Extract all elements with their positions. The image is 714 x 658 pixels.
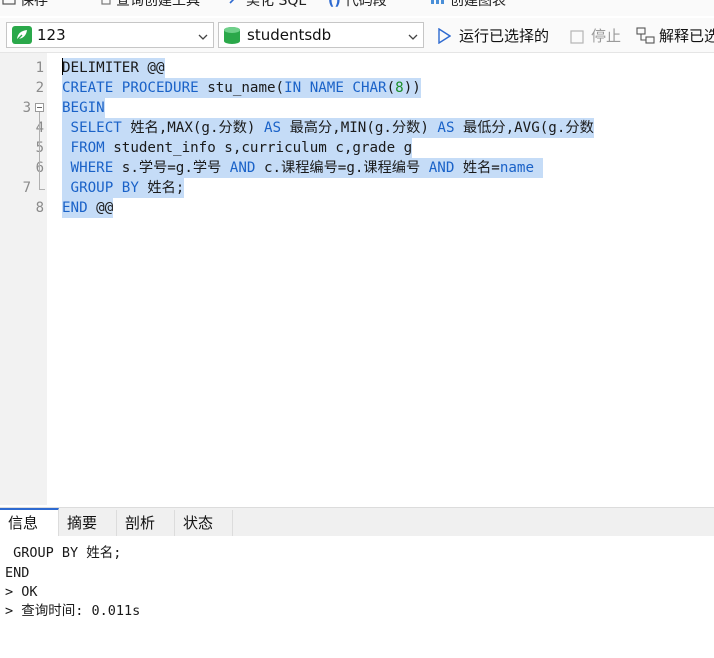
play-icon [437,27,452,49]
beautify-sql-button[interactable]: 美化 SQL [228,0,306,11]
line-number: 2 [35,80,44,96]
chart-icon [430,0,446,11]
code-token: 最高分,MIN(g.分数) [289,120,438,136]
line-number: 5 [0,138,44,158]
code-token: @@ [96,200,114,216]
code-line: END @@ [62,198,114,218]
output-line: > 查询时间: 0.011s [5,603,141,619]
create-chart-label: 创建图表 [450,0,506,9]
fold-toggle-icon[interactable] [35,103,44,112]
code-line: GROUP BY 姓名; [62,178,185,198]
top-toolbar: 保存 查询创建工具 美化 SQL () 代码段 创建图表 [0,0,714,16]
connection-select[interactable]: 123 [6,22,214,48]
code-token: ( [386,80,396,96]
code-token: name [499,160,543,176]
stop-icon [570,29,584,49]
code-token: stu_name( [207,80,285,96]
tab-summary[interactable]: 摘要 [59,510,117,536]
query-builder-label: 查询创建工具 [116,0,200,9]
code-token: WHERE [62,160,122,176]
line-number: 6 [0,158,44,178]
text-caret [62,58,63,75]
code-token: s.学号=g.学号 [121,160,230,176]
code-token: AND [229,160,264,176]
code-token: SELECT [62,120,131,136]
stop-label: 停止 [591,27,622,45]
leaf-connection-icon [12,26,32,48]
tab-status[interactable]: 状态 [175,510,233,536]
code-token: 8 [395,80,404,96]
save-label: 保存 [20,0,48,9]
message-output[interactable]: GROUP BY 姓名; END > OK > 查询时间: 0.011s [0,536,714,658]
beautify-sql-label: 美化 SQL [246,0,307,9]
line-number-gutter: 1 2 3 4 5 6 7 8 [0,53,47,505]
code-token: 姓名; [147,180,185,196]
code-token: student_info s,curriculum c,grade g [113,140,413,156]
code-token: AND [428,160,463,176]
code-line: WHERE s.学号=g.学号 AND c.课程编号=g.课程编号 AND 姓名… [62,158,543,178]
code-token: c.课程编号=g.课程编号 [263,160,429,176]
code-token: )) [403,80,421,96]
line-number: 4 [0,118,44,138]
tab-info[interactable]: 信息 [0,508,59,537]
code-line: SELECT 姓名,MAX(g.分数) AS 最高分,MIN(g.分数) AS … [62,118,594,138]
explain-button[interactable]: 解释已选 [636,26,714,46]
fold-guide [39,112,40,189]
code-token: END [62,200,97,216]
chevron-down-icon [408,30,418,40]
code-token: AS [263,120,290,136]
code-token: 最低分,AVG(g.分数 [463,120,594,136]
code-token: BEGIN [62,100,105,116]
magic-wand-icon [228,0,242,11]
code-token: 姓名= [462,160,500,176]
query-builder-button[interactable]: 查询创建工具 [100,0,200,11]
tab-profile[interactable]: 剖析 [117,510,175,536]
snippet-button[interactable]: () 代码段 [328,0,387,11]
output-line: GROUP BY 姓名; [5,545,122,561]
code-line: DELIMITER @@ [62,58,165,78]
editor-toolbar: 123 studentsdb 运行已选择的 停止 解释已选 [0,18,714,53]
code-line: CREATE PROCEDURE stu_name(IN NAME CHAR(8… [62,78,421,98]
code-line: BEGIN [62,98,105,118]
fold-end-mark [39,189,45,190]
save-button[interactable]: 保存 [2,0,48,11]
code-token: GROUP BY [62,180,148,196]
output-line: > OK [5,584,38,600]
snippet-label: 代码段 [344,0,387,9]
run-selected-button[interactable]: 运行已选择的 [437,26,549,46]
braces-icon: () [328,0,341,9]
line-number: 8 [35,200,44,216]
code-token: DELIMITER @@ [62,60,165,76]
code-token: AS [437,120,464,136]
line-number: 7 [22,180,31,196]
database-icon [223,26,241,49]
code-token: 姓名,MAX(g.分数) [130,120,264,136]
save-icon [2,0,16,11]
explain-icon [636,27,656,50]
sql-editor[interactable]: 1 2 3 4 5 6 7 8 DELIMITER @@ CREATE PROC… [0,53,714,505]
create-chart-button[interactable]: 创建图表 [430,0,506,11]
code-token: FROM [62,140,114,156]
database-value: studentsdb [247,26,332,44]
chevron-down-icon [198,30,208,40]
output-line: END [5,565,30,581]
result-tabs: 信息 摘要 剖析 状态 [0,507,714,537]
run-selected-label: 运行已选择的 [459,27,550,45]
line-number: 3 [22,100,31,116]
stop-button[interactable]: 停止 [570,26,621,46]
query-builder-icon [100,0,112,11]
code-token: CREATE PROCEDURE [62,80,208,96]
line-number: 1 [35,60,44,76]
database-select[interactable]: studentsdb [218,22,424,48]
code-line: FROM student_info s,curriculum c,grade g [62,138,413,158]
explain-label: 解释已选 [659,27,714,45]
connection-value: 123 [37,26,66,44]
code-token: IN NAME CHAR [284,80,387,96]
